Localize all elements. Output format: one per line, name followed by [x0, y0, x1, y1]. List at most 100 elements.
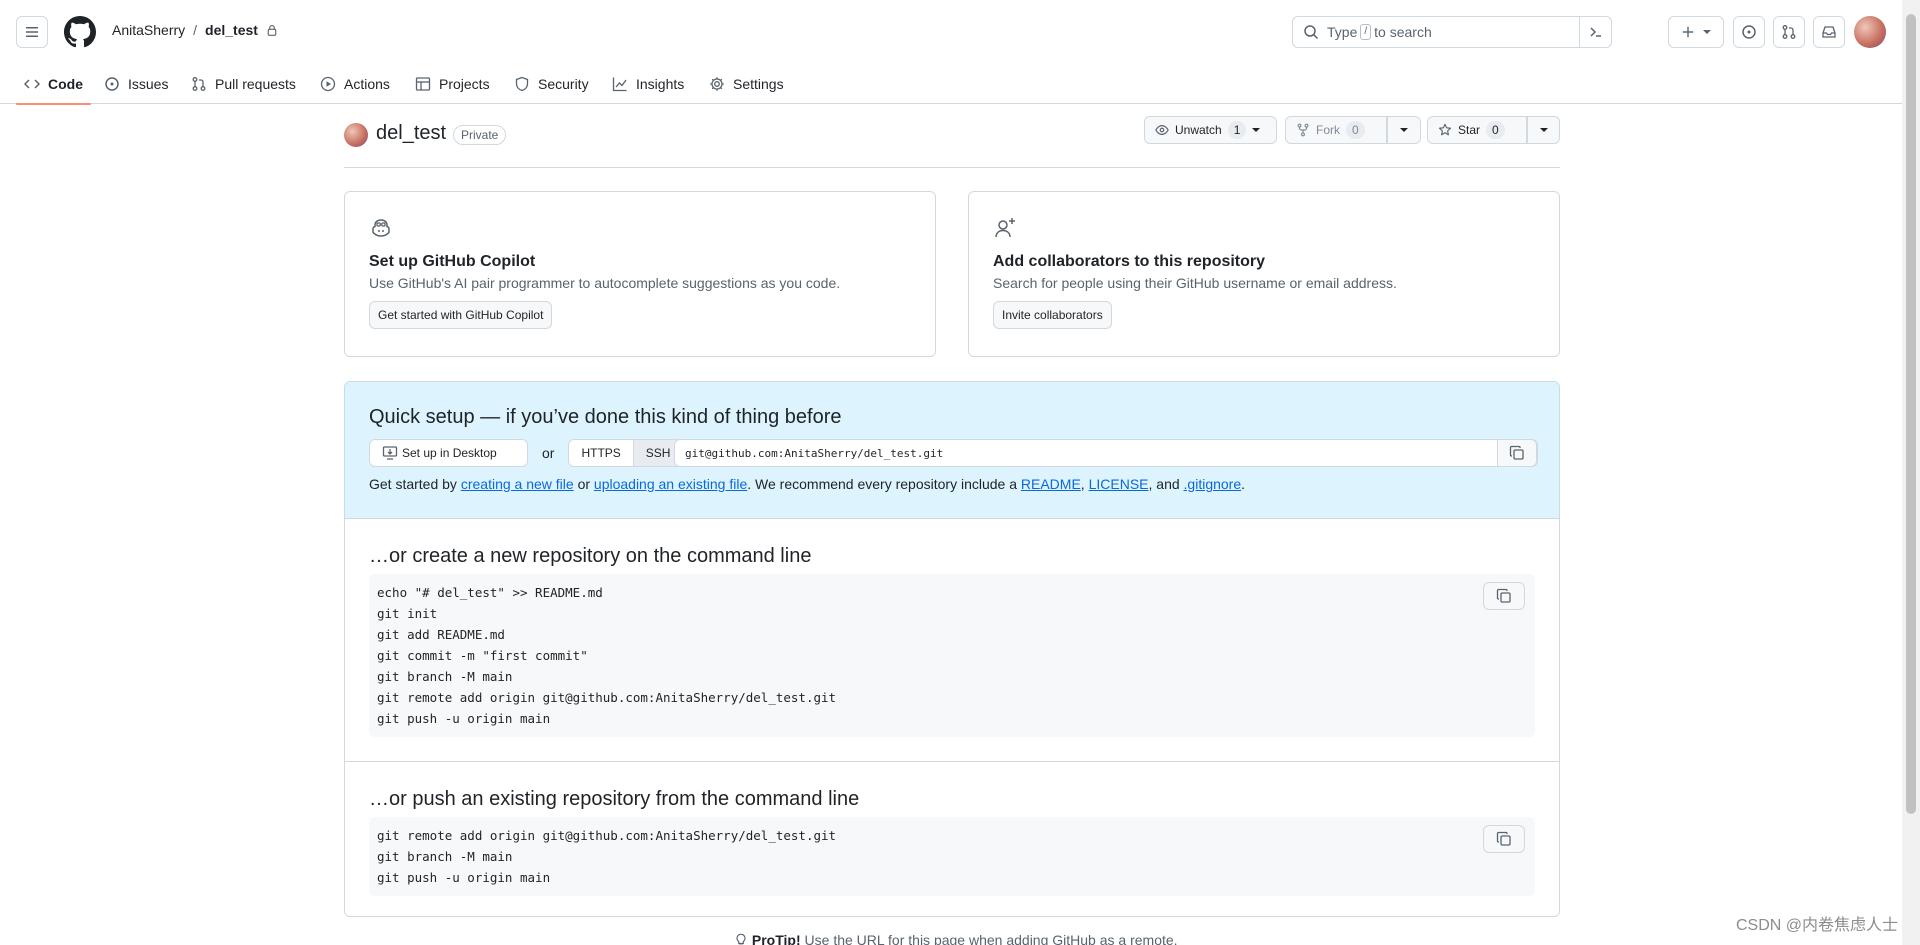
collaborators-title: Add collaborators to this repository — [993, 253, 1266, 270]
unwatch-button[interactable]: Unwatch 1 — [1144, 116, 1277, 144]
user-avatar[interactable] — [1854, 16, 1886, 48]
pull-request-icon — [1782, 25, 1796, 39]
protip-label: ProTip! — [751, 932, 801, 945]
copilot-desc: Use GitHub's AI pair programmer to autoc… — [369, 275, 841, 291]
tab-issues-label: Issues — [128, 76, 169, 92]
code-line: git remote add origin git@github.com:Ani… — [377, 828, 837, 843]
watermark: CSDN @内卷焦虑人士 — [1735, 917, 1898, 934]
caret-down-icon — [1400, 128, 1408, 132]
tab-projects-label: Projects — [439, 76, 490, 92]
lightbulb-icon — [736, 933, 746, 945]
code-line: git add README.md — [377, 627, 505, 642]
shield-icon — [515, 76, 529, 92]
invite-collaborators-button[interactable]: Invite collaborators — [993, 301, 1112, 329]
tab-actions[interactable]: Actions — [312, 64, 398, 104]
breadcrumb-separator: / — [193, 22, 198, 38]
eye-icon — [1155, 125, 1169, 135]
plus-icon — [1682, 26, 1694, 38]
copy-push-existing-button[interactable] — [1483, 825, 1525, 853]
push-existing-title: …or push an existing repository from the… — [369, 788, 860, 810]
global-header: AnitaSherry / del_test Type / to search — [0, 0, 1902, 64]
inbox-button[interactable] — [1813, 16, 1845, 48]
code-line: git branch -M main — [377, 669, 513, 684]
quick-setup-row: Set up in Desktop or HTTPS SSH — [369, 439, 684, 467]
tab-insights[interactable]: Insights — [604, 64, 692, 104]
pull-requests-button[interactable] — [1773, 16, 1805, 48]
create-new-button[interactable] — [1668, 16, 1724, 48]
copy-icon — [1496, 831, 1511, 846]
desktop-download-icon — [382, 446, 398, 460]
issue-icon — [1742, 25, 1756, 39]
tab-code[interactable]: Code — [16, 64, 91, 105]
caret-down-icon — [1252, 128, 1261, 132]
copy-url-button[interactable] — [1497, 439, 1537, 467]
search-input[interactable]: Type / to search — [1292, 16, 1612, 48]
repo-title[interactable]: del_test — [376, 122, 446, 145]
tab-settings-label: Settings — [733, 76, 784, 92]
copilot-icon — [372, 219, 390, 237]
search-placeholder-post: to search — [1374, 24, 1432, 40]
table-icon — [415, 77, 431, 91]
upload-file-link[interactable]: uploading an existing file — [594, 476, 747, 492]
command-palette-button[interactable] — [1579, 16, 1611, 48]
code-icon — [24, 79, 40, 89]
fork-label: Fork — [1316, 123, 1340, 137]
star-dropdown-button[interactable] — [1527, 116, 1560, 144]
fork-count: 0 — [1346, 121, 1365, 139]
tab-issues[interactable]: Issues — [96, 64, 176, 104]
caret-down-icon — [1703, 30, 1711, 34]
push-existing-code-block: git remote add origin git@github.com:Ani… — [369, 817, 1535, 896]
readme-link[interactable]: README — [1021, 476, 1081, 492]
tab-code-label: Code — [48, 76, 83, 92]
scrollbar-thumb[interactable] — [1906, 14, 1916, 814]
or-label: or — [542, 445, 555, 461]
graph-icon — [612, 77, 627, 92]
page-scrollbar[interactable] — [1902, 0, 1920, 945]
terminal-icon — [1589, 27, 1601, 37]
repo-header: del_test Private Unwatch 1 Fork 0 Star 0 — [344, 116, 1560, 168]
person-add-icon — [995, 218, 1015, 238]
license-link[interactable]: LICENSE — [1089, 476, 1149, 492]
setup-desktop-button[interactable]: Set up in Desktop — [369, 439, 528, 467]
tab-pull-requests[interactable]: Pull requests — [183, 64, 304, 104]
breadcrumb-owner-link[interactable]: AnitaSherry — [112, 22, 185, 38]
tab-insights-label: Insights — [636, 76, 685, 92]
hint-text: Get started by — [369, 476, 457, 492]
quick-setup-section: Quick setup — if you’ve done this kind o… — [345, 382, 1559, 519]
breadcrumb: AnitaSherry / del_test — [112, 22, 278, 38]
lock-icon — [267, 24, 277, 36]
copy-new-repo-button[interactable] — [1483, 582, 1525, 610]
create-new-file-link[interactable]: creating a new file — [461, 476, 574, 492]
gitignore-link[interactable]: .gitignore — [1184, 476, 1242, 492]
visibility-badge: Private — [453, 125, 507, 145]
tab-projects[interactable]: Projects — [407, 64, 498, 104]
copilot-start-button[interactable]: Get started with GitHub Copilot — [369, 301, 553, 329]
owner-avatar — [344, 123, 368, 147]
breadcrumb-repo-link[interactable]: del_test — [205, 22, 258, 38]
issues-button[interactable] — [1733, 16, 1765, 48]
https-toggle[interactable]: HTTPS — [568, 439, 634, 467]
copilot-card: Set up GitHub Copilot Use GitHub's AI pa… — [344, 191, 936, 357]
collaborators-card: Add collaborators to this repository Sea… — [968, 191, 1560, 357]
clone-url-input[interactable]: git@github.com:AnitaSherry/del_test.git — [674, 439, 1538, 467]
protip-text: Use the URL for this page when adding Gi… — [804, 932, 1178, 945]
star-button[interactable]: Star 0 — [1427, 116, 1527, 144]
code-line: git push -u origin main — [377, 711, 551, 726]
play-icon — [320, 76, 336, 92]
fork-button[interactable]: Fork 0 — [1285, 116, 1387, 144]
code-line: git remote add origin git@github.com:Ani… — [377, 690, 837, 705]
code-line: git commit -m "first commit" — [377, 648, 588, 663]
menu-button[interactable] — [16, 16, 48, 48]
fork-dropdown-button[interactable] — [1387, 116, 1421, 144]
repo-nav: Code Issues Pull requests Actions Projec… — [0, 64, 1902, 105]
tab-security[interactable]: Security — [506, 64, 597, 104]
gear-icon — [710, 77, 724, 91]
pull-request-icon — [192, 77, 206, 91]
unwatch-label: Unwatch — [1175, 123, 1222, 137]
hint-text: , and — [1148, 476, 1180, 492]
tab-settings[interactable]: Settings — [701, 64, 792, 104]
github-logo-icon[interactable] — [64, 16, 96, 48]
push-existing-section: …or push an existing repository from the… — [345, 762, 1559, 916]
issue-icon — [105, 77, 119, 91]
new-repo-title: …or create a new repository on the comma… — [369, 545, 812, 567]
